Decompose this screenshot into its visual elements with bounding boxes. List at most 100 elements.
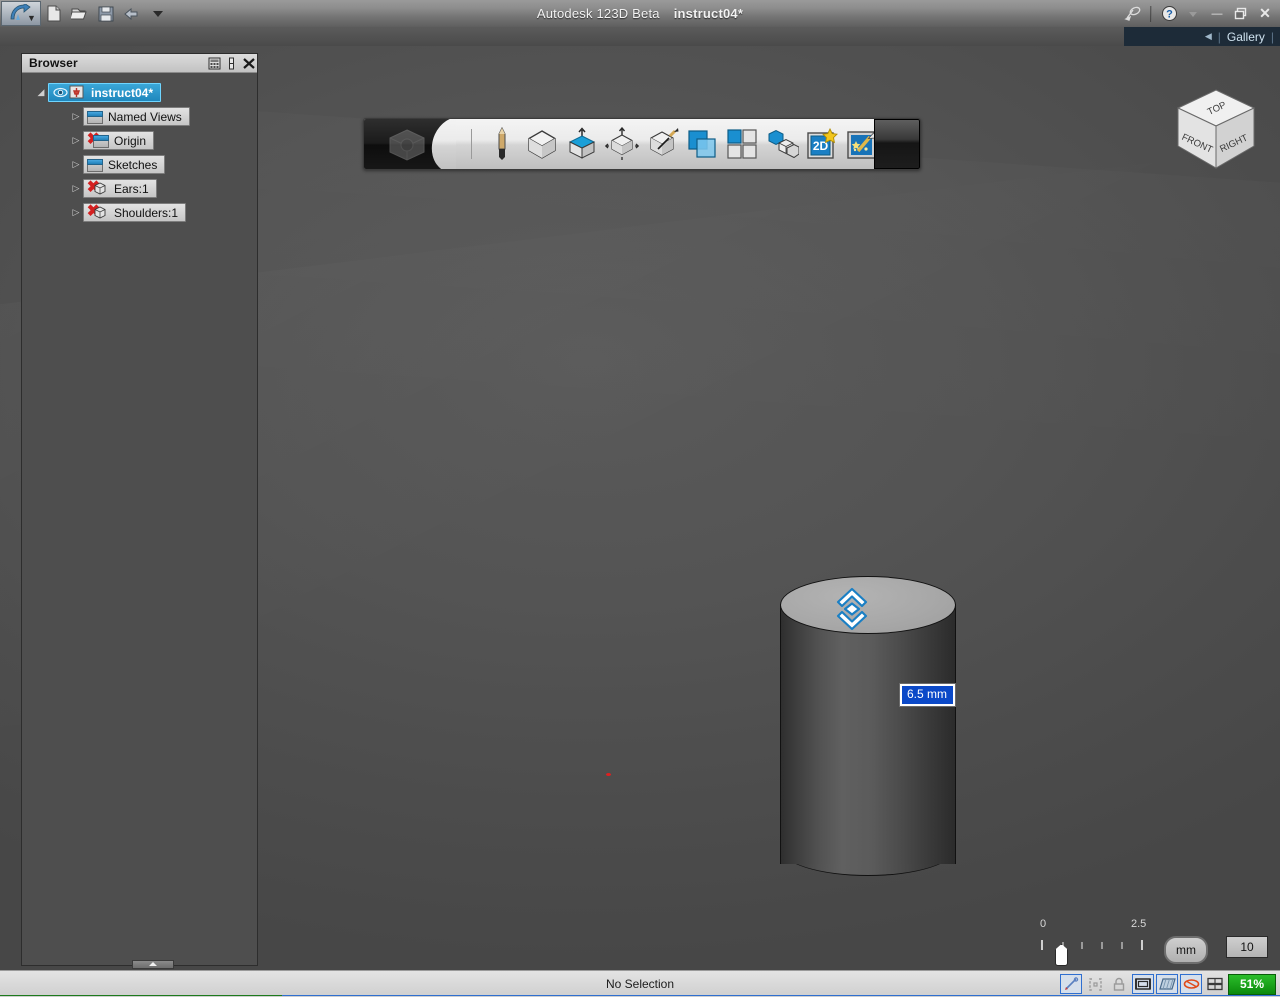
hidden-x-icon: ✖: [92, 133, 109, 148]
lock-toggle[interactable]: [1108, 974, 1130, 994]
app-menu-button[interactable]: ▼: [1, 1, 41, 26]
browser-resize-handle[interactable]: [132, 960, 174, 969]
origin-label: Origin: [114, 134, 146, 148]
toolbar-left-cap: [364, 119, 456, 169]
gallery-sep-left: |: [1218, 30, 1221, 44]
primitives-tool[interactable]: [522, 124, 562, 164]
view-cube[interactable]: TOP FRONT RIGHT: [1170, 84, 1262, 176]
unit-selector[interactable]: mm: [1164, 936, 1208, 964]
assemble-tool[interactable]: [762, 124, 802, 164]
ears-label: Ears:1: [114, 182, 149, 196]
modify-tool[interactable]: [602, 124, 642, 164]
3d-viewport[interactable]: Browser ◢: [0, 46, 1280, 970]
quick-access-toolbar: ▼: [0, 1, 171, 26]
titlebar-divider: [1150, 6, 1152, 22]
sketches-label: Sketches: [108, 158, 157, 172]
browser-layout-icon[interactable]: [206, 55, 223, 72]
browser-close-icon[interactable]: [240, 55, 257, 72]
cylinder-side-face[interactable]: [780, 604, 956, 864]
toolbar-separator: [471, 129, 472, 159]
ground-plane-toggle[interactable]: [1156, 974, 1178, 994]
combine-tool[interactable]: [682, 124, 722, 164]
zoom-level-indicator[interactable]: 51%: [1228, 974, 1276, 995]
title-bar: ▼ Autodesk 123D Beta instruct04*: [0, 0, 1280, 28]
hidden-x-icon: ✖: [92, 181, 109, 196]
eye-icon[interactable]: [51, 85, 69, 100]
svg-text:?: ?: [1166, 9, 1173, 21]
svg-text:▼: ▼: [27, 13, 36, 23]
tree-row-origin[interactable]: ▷ ✖ Origin: [22, 130, 257, 151]
browser-title: Browser: [22, 56, 206, 70]
shoulders-label: Shoulders:1: [114, 206, 178, 220]
document-name: instruct04*: [674, 6, 743, 21]
multi-view-toggle[interactable]: [1204, 974, 1226, 994]
sketches-expander[interactable]: ▷: [69, 159, 83, 170]
status-toggles: 51%: [1060, 974, 1276, 995]
constraints-toggle[interactable]: [1084, 974, 1106, 994]
new-button[interactable]: [41, 1, 67, 26]
gallery-tab[interactable]: Gallery: [1227, 30, 1265, 44]
ribbon-left-area: [0, 27, 1124, 47]
123d-cube-logo-icon: [376, 127, 438, 163]
help-button[interactable]: ?: [1158, 3, 1180, 25]
tree-row-shoulders[interactable]: ▷ ✖ Shoulders:1: [22, 202, 257, 223]
root-expander[interactable]: ◢: [34, 87, 48, 98]
cylinder-model[interactable]: 6.5 mm: [780, 560, 960, 900]
snap-toggle[interactable]: [1060, 974, 1082, 994]
help-dropdown[interactable]: [1182, 3, 1204, 25]
tree-node-shoulders[interactable]: ✖ Shoulders:1: [83, 203, 186, 222]
qat-more-button[interactable]: [145, 1, 171, 26]
ruler-label-mid: 2.5: [1131, 918, 1146, 930]
construct-extrude-tool[interactable]: [562, 124, 602, 164]
drawing-2d-tool[interactable]: 2D: [802, 124, 842, 164]
toolbar-right-cap[interactable]: [874, 119, 920, 169]
close-button[interactable]: ✕: [1254, 3, 1276, 25]
tree-row-named-views[interactable]: ▷ Named Views: [22, 106, 257, 127]
grid-tool[interactable]: [722, 124, 762, 164]
zoom-level-suffix: %: [1253, 977, 1264, 991]
tree-row-sketches[interactable]: ▷ Sketches: [22, 154, 257, 175]
ruler-label-start: 0: [1040, 918, 1046, 930]
browser-panel: Browser ◢: [21, 53, 258, 966]
tree-node-named-views[interactable]: Named Views: [83, 107, 190, 126]
ribbon-strip: ◀ | Gallery |: [0, 27, 1280, 46]
scale-ruler: 0 2.5 0.5 mm 10: [1036, 914, 1266, 970]
browser-undock-icon[interactable]: [223, 55, 240, 72]
pattern-tool[interactable]: [642, 124, 682, 164]
gallery-sep-right: |: [1271, 30, 1274, 44]
folder-icon: [86, 157, 103, 172]
gallery-collapse-arrow[interactable]: ◀: [1205, 31, 1212, 42]
zoom-level-value: 51: [1240, 977, 1253, 991]
named-views-label: Named Views: [108, 110, 182, 124]
origin-expander[interactable]: ▷: [69, 135, 83, 146]
hidden-x-icon: ✖: [92, 205, 109, 220]
save-button[interactable]: [93, 1, 119, 26]
open-button[interactable]: [67, 1, 93, 26]
restore-button[interactable]: [1230, 3, 1252, 25]
main-toolbar: 2D: [363, 118, 921, 170]
undo-button[interactable]: [119, 1, 145, 26]
share-button[interactable]: [1122, 3, 1144, 25]
tree-node-sketches[interactable]: Sketches: [83, 155, 165, 174]
ears-expander[interactable]: ▷: [69, 183, 83, 194]
status-bar: No Selection 51%: [0, 970, 1280, 997]
shoulders-expander[interactable]: ▷: [69, 207, 83, 218]
scale-max-input[interactable]: 10: [1226, 936, 1268, 958]
double-chevron-vertical-icon[interactable]: [832, 585, 872, 633]
tree-row-ears[interactable]: ▷ ✖ Ears:1: [22, 178, 257, 199]
tree-node-origin[interactable]: ✖ Origin: [83, 131, 154, 150]
dimension-label[interactable]: 6.5 mm: [900, 684, 955, 706]
browser-header: Browser: [22, 54, 257, 73]
named-views-expander[interactable]: ▷: [69, 111, 83, 122]
origin-point-icon: [606, 773, 611, 776]
tree-node-instruct04[interactable]: instruct04*: [48, 83, 161, 102]
grid-snap-toggle[interactable]: [1132, 974, 1154, 994]
tree-node-ears[interactable]: ✖ Ears:1: [83, 179, 157, 198]
minimize-button[interactable]: —: [1206, 3, 1228, 25]
app-window: ▼ Autodesk 123D Beta instruct04*: [0, 0, 1280, 996]
tree-row-root[interactable]: ◢ instruct04*: [22, 82, 257, 103]
pin-icon: [69, 85, 86, 100]
sketch-tool[interactable]: [482, 124, 522, 164]
browser-tree: ◢ instruct04* ▷: [22, 73, 257, 223]
orbit-mode-toggle[interactable]: [1180, 974, 1202, 994]
